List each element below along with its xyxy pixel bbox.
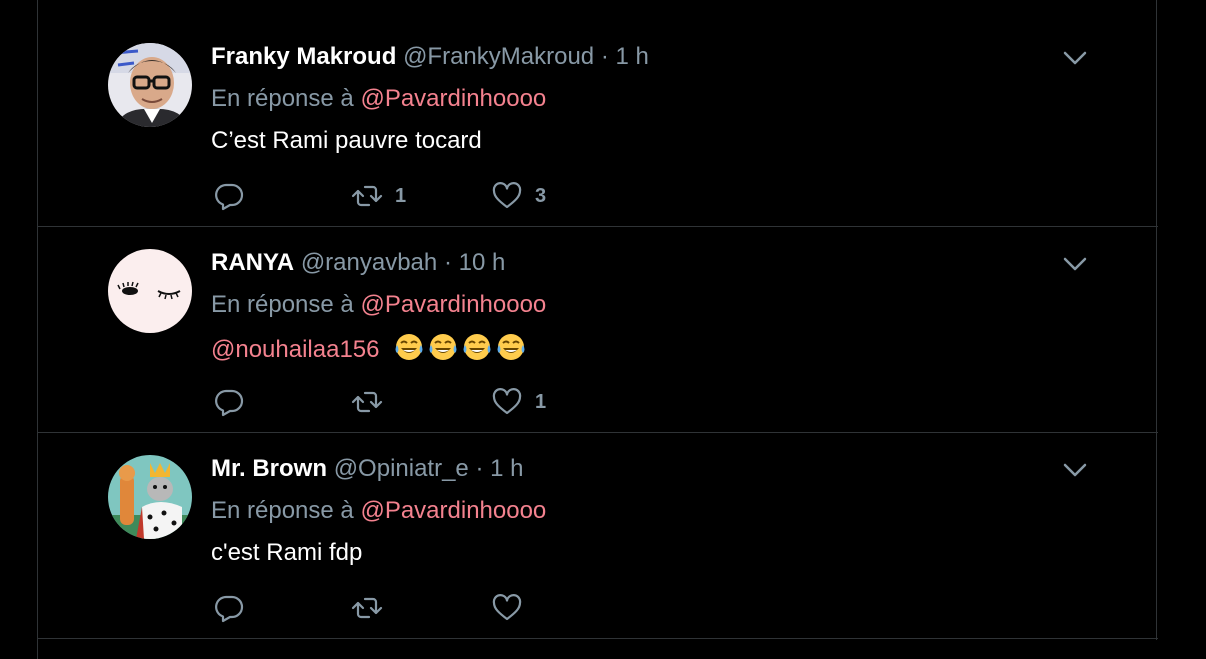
heart-icon — [492, 594, 522, 621]
reply-button[interactable] — [213, 590, 245, 626]
separator-dot: · — [443, 249, 452, 276]
retweet-icon — [351, 391, 383, 413]
retweet-button[interactable] — [351, 384, 395, 420]
tweet[interactable]: Franky Makroud @FrankyMakroud · 1 h En r… — [38, 21, 1158, 227]
separator-dot: · — [600, 43, 609, 70]
user-name[interactable]: Franky Makroud — [211, 43, 396, 70]
avatar[interactable] — [108, 43, 192, 127]
user-name[interactable]: RANYA — [211, 249, 294, 276]
reply-context: En réponse à @Pavardinhoooo — [211, 290, 546, 320]
reply-prefix: En réponse à — [211, 497, 354, 524]
chevron-down-icon[interactable] — [1062, 457, 1088, 483]
face-with-tears-of-joy-icon — [463, 334, 491, 360]
tweet-text: @nouhailaa156 — [211, 332, 526, 365]
reply-icon — [215, 389, 244, 417]
face-with-tears-of-joy-icon — [429, 334, 457, 360]
man-glasses-avatar-icon — [108, 43, 192, 127]
retweet-button[interactable]: 1 — [351, 178, 406, 214]
cartoon-king-avatar-icon — [108, 455, 192, 539]
tweet-header: RANYA @ranyavbah · 10 h — [211, 248, 505, 278]
user-handle[interactable]: @FrankyMakroud — [403, 43, 594, 70]
reply-prefix: En réponse à — [211, 291, 354, 318]
reply-mention-link[interactable]: @Pavardinhoooo — [360, 291, 546, 318]
retweet-count: 1 — [395, 184, 407, 207]
tweet-header: Mr. Brown @Opiniatr_e · 1 h — [211, 454, 524, 484]
like-count: 3 — [535, 184, 547, 207]
face-with-tears-of-joy-icon — [497, 334, 525, 360]
avatar[interactable] — [108, 249, 192, 333]
reply-mention-link[interactable]: @Pavardinhoooo — [360, 85, 546, 112]
reply-context: En réponse à @Pavardinhoooo — [211, 84, 546, 114]
heart-icon — [492, 182, 522, 209]
user-handle[interactable]: @ranyavbah — [301, 249, 437, 276]
tweet-actions — [211, 590, 711, 626]
emoji-row — [394, 332, 526, 362]
reply-context: En réponse à @Pavardinhoooo — [211, 496, 546, 526]
next-tweet-edge — [38, 640, 1158, 659]
chevron-down-icon[interactable] — [1062, 45, 1088, 71]
like-button[interactable] — [491, 590, 535, 626]
reply-prefix: En réponse à — [211, 85, 354, 112]
like-button[interactable]: 3 — [491, 178, 546, 214]
tweet-text: C’est Rami pauvre tocard — [211, 127, 482, 154]
reply-icon — [215, 183, 244, 211]
reply-button[interactable] — [213, 384, 245, 420]
avatar[interactable] — [108, 455, 192, 539]
tweet[interactable]: RANYA @ranyavbah · 10 h En réponse à @Pa… — [38, 227, 1158, 433]
reply-icon — [215, 595, 244, 623]
tweet-actions: 1 3 — [211, 178, 711, 214]
tweet-actions: 1 — [211, 384, 711, 420]
user-handle[interactable]: @Opiniatr_e — [334, 455, 469, 482]
tweet-time[interactable]: 10 h — [459, 249, 506, 276]
separator-dot: · — [475, 455, 484, 482]
face-with-tears-of-joy-icon — [395, 334, 423, 360]
chevron-down-icon[interactable] — [1062, 251, 1088, 277]
user-name[interactable]: Mr. Brown — [211, 455, 327, 482]
retweet-icon — [351, 597, 383, 619]
like-count: 1 — [535, 390, 547, 413]
retweet-icon — [351, 185, 383, 207]
tweet-header: Franky Makroud @FrankyMakroud · 1 h — [211, 42, 649, 72]
reply-button[interactable] — [213, 178, 245, 214]
heart-icon — [492, 388, 522, 415]
reply-mention-link[interactable]: @Pavardinhoooo — [360, 497, 546, 524]
tweet-time[interactable]: 1 h — [490, 455, 523, 482]
tweet-time[interactable]: 1 h — [616, 43, 649, 70]
eyes-drawing-avatar-icon — [108, 249, 192, 333]
tweet-text: c'est Rami fdp — [211, 539, 363, 566]
retweet-button[interactable] — [351, 590, 395, 626]
like-button[interactable]: 1 — [491, 384, 546, 420]
text-mention-link[interactable]: @nouhailaa156 — [211, 336, 380, 363]
tweet[interactable]: Mr. Brown @Opiniatr_e · 1 h En réponse à… — [38, 433, 1158, 639]
timeline: Franky Makroud @FrankyMakroud · 1 h En r… — [37, 0, 1158, 659]
